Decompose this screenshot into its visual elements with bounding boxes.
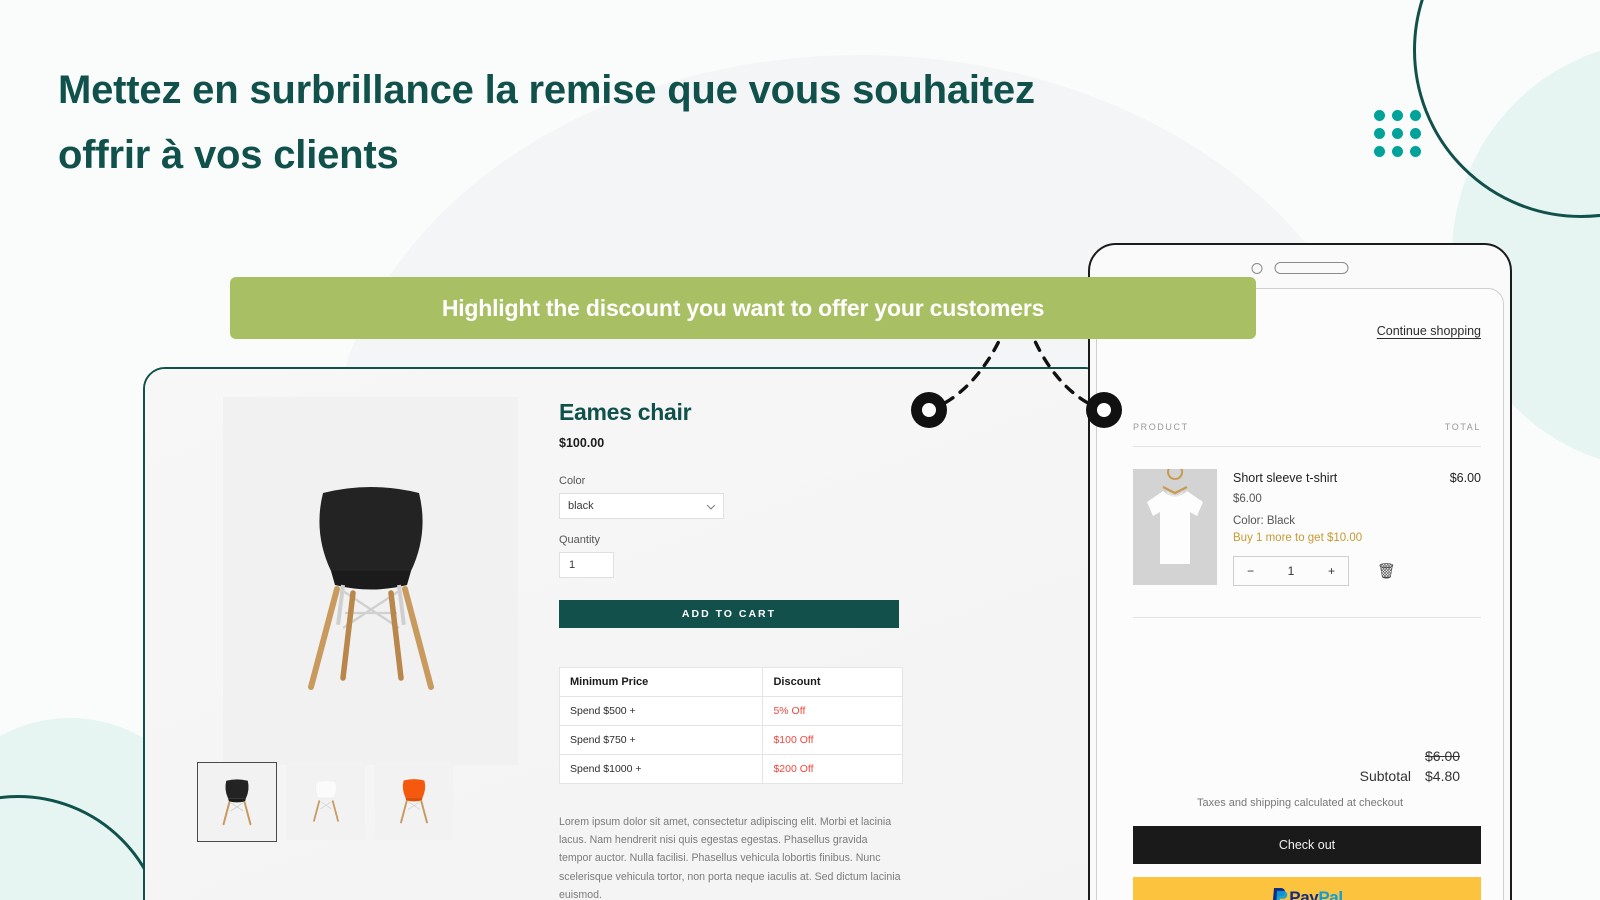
callout-banner: Highlight the discount you want to offer… <box>230 277 1256 339</box>
callout-marker-left <box>911 392 947 428</box>
callout-marker-right <box>1086 392 1122 428</box>
callout-connectors <box>927 337 1106 412</box>
page-root: Mettez en surbrillance la remise que vou… <box>0 0 1600 900</box>
